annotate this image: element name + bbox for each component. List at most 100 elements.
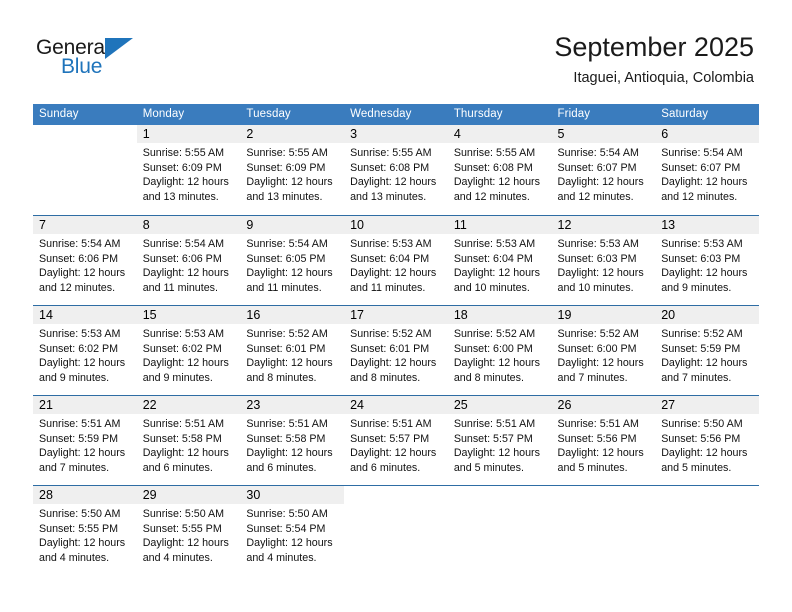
day-detail-line: Sunrise: 5:51 AM: [39, 418, 121, 430]
weekday-header-friday: Friday: [557, 108, 591, 120]
day-details: Sunrise: 5:55 AM Sunset: 6:09 PM Daylight:…: [240, 143, 344, 204]
day-number: 15: [142, 308, 157, 322]
day-detail-line: Sunrise: 5:51 AM: [350, 418, 432, 430]
calendar-empty-cell: [344, 486, 448, 575]
calendar-day-cell[interactable]: 26 Sunrise: 5:51 AM Sunset: 5:56 PM Dayligh…: [551, 396, 656, 485]
day-number: 28: [39, 488, 53, 502]
calendar-day-cell[interactable]: 3 Sunrise: 5:55 AM Sunset: 6:08 PM Daylight…: [344, 125, 448, 215]
day-detail-line: Sunset: 6:00 PM: [557, 342, 637, 355]
day-detail-line: and 4 minutes.: [246, 551, 317, 564]
calendar-day-cell[interactable]: 5 Sunrise: 5:54 AM Sunset: 6:07 PM Daylight…: [551, 125, 656, 215]
calendar-day-cell[interactable]: 9 Sunrise: 5:54 AM Sunset: 6:05 PM Daylight…: [240, 216, 345, 305]
day-number-band: 21: [33, 396, 137, 414]
day-detail-line: and 9 minutes.: [142, 371, 213, 384]
calendar-day-cell[interactable]: 18 Sunrise: 5:52 AM Sunset: 6:00 PM Dayligh…: [447, 306, 552, 395]
calendar-day-cell[interactable]: 10 Sunrise: 5:53 AM Sunset: 6:04 PM Dayligh…: [344, 216, 448, 305]
day-details: Sunrise: 5:50 AM Sunset: 5:54 PM Daylight:…: [240, 504, 344, 565]
day-detail-line: Sunset: 6:02 PM: [142, 342, 222, 355]
calendar-day-cell[interactable]: 12 Sunrise: 5:53 AM Sunset: 6:03 PM Dayligh…: [551, 216, 656, 305]
calendar-day-cell[interactable]: 27 Sunrise: 5:50 AM Sunset: 5:56 PM Dayligh…: [655, 396, 759, 485]
day-details: Sunrise: 5:53 AM Sunset: 6:03 PM Daylight:…: [552, 234, 656, 295]
calendar-day-cell[interactable]: 1 Sunrise: 5:55 AM Sunset: 6:09 PM Daylight…: [136, 125, 241, 215]
calendar-day-cell[interactable]: 16 Sunrise: 5:52 AM Sunset: 6:01 PM Dayligh…: [240, 306, 345, 395]
day-detail-line: Sunrise: 5:51 AM: [453, 418, 536, 430]
day-detail-line: Daylight: 12 hours: [661, 357, 748, 370]
calendar-day-cell[interactable]: 4 Sunrise: 5:55 AM Sunset: 6:08 PM Daylight…: [447, 125, 552, 215]
day-detail-line: and 13 minutes.: [350, 190, 427, 203]
day-number-band: 5: [551, 125, 656, 143]
day-number-band: [33, 125, 137, 143]
calendar-day-cell[interactable]: 17 Sunrise: 5:52 AM Sunset: 6:01 PM Dayligh…: [344, 306, 448, 395]
calendar-day-cell[interactable]: 15 Sunrise: 5:53 AM Sunset: 6:02 PM Dayligh…: [136, 306, 241, 395]
day-detail-line: Sunset: 5:54 PM: [246, 522, 326, 535]
day-detail-line: Sunset: 6:06 PM: [39, 252, 119, 265]
day-detail-line: Daylight: 12 hours: [246, 537, 333, 550]
day-number-band: 10: [344, 216, 448, 234]
day-detail-line: Sunrise: 5:51 AM: [557, 418, 639, 430]
day-detail-line: and 10 minutes.: [557, 281, 634, 294]
day-detail-line: Daylight: 12 hours: [246, 357, 333, 370]
calendar-day-cell[interactable]: 20 Sunrise: 5:52 AM Sunset: 5:59 PM Dayligh…: [655, 306, 759, 395]
day-number: 27: [661, 398, 676, 412]
day-number: 18: [453, 308, 468, 322]
day-number: 24: [350, 398, 365, 412]
calendar-day-cell[interactable]: 2 Sunrise: 5:55 AM Sunset: 6:09 PM Daylight…: [240, 125, 345, 215]
calendar-empty-cell: [33, 125, 137, 215]
calendar-day-cell[interactable]: 22 Sunrise: 5:51 AM Sunset: 5:58 PM Dayligh…: [136, 396, 241, 485]
day-detail-line: Sunrise: 5:52 AM: [557, 328, 639, 340]
calendar-day-cell[interactable]: 7 Sunrise: 5:54 AM Sunset: 6:06 PM Daylight…: [33, 216, 137, 305]
day-detail-line: Sunrise: 5:55 AM: [246, 147, 328, 159]
calendar-day-cell[interactable]: 28 Sunrise: 5:50 AM Sunset: 5:55 PM Dayligh…: [33, 486, 137, 575]
day-detail-line: Sunset: 6:08 PM: [453, 161, 533, 174]
day-number-band: 19: [551, 306, 656, 324]
day-number: 16: [246, 308, 261, 322]
day-detail-line: Sunset: 5:57 PM: [350, 432, 430, 445]
day-number-band: 13: [655, 216, 759, 234]
day-detail-line: Daylight: 12 hours: [453, 267, 540, 280]
calendar-day-cell[interactable]: 25 Sunrise: 5:51 AM Sunset: 5:57 PM Dayligh…: [447, 396, 552, 485]
day-detail-line: Sunset: 6:07 PM: [661, 161, 741, 174]
day-detail-line: Sunrise: 5:52 AM: [661, 328, 743, 340]
day-detail-line: and 8 minutes.: [246, 371, 317, 384]
weekday-header-sunday: Sunday: [39, 108, 79, 120]
day-number-band: 6: [655, 125, 759, 143]
day-details: [448, 504, 552, 507]
day-details: Sunrise: 5:52 AM Sunset: 6:00 PM Daylight:…: [552, 324, 656, 385]
calendar-day-cell[interactable]: 8 Sunrise: 5:54 AM Sunset: 6:06 PM Daylight…: [136, 216, 241, 305]
day-detail-line: and 5 minutes.: [557, 461, 628, 474]
day-number: 29: [142, 488, 157, 502]
day-detail-line: and 11 minutes.: [246, 281, 322, 294]
calendar-day-cell[interactable]: 19 Sunrise: 5:52 AM Sunset: 6:00 PM Dayligh…: [551, 306, 656, 395]
day-detail-line: Daylight: 12 hours: [39, 357, 126, 370]
calendar-day-cell[interactable]: 14 Sunrise: 5:53 AM Sunset: 6:02 PM Dayligh…: [33, 306, 137, 395]
calendar-day-cell[interactable]: 24 Sunrise: 5:51 AM Sunset: 5:57 PM Dayligh…: [344, 396, 448, 485]
day-detail-line: and 5 minutes.: [453, 461, 524, 474]
day-detail-line: Sunrise: 5:53 AM: [661, 238, 743, 250]
calendar-day-cell[interactable]: 11 Sunrise: 5:53 AM Sunset: 6:04 PM Dayligh…: [447, 216, 552, 305]
day-details: Sunrise: 5:51 AM Sunset: 5:59 PM Daylight:…: [33, 414, 137, 475]
day-details: Sunrise: 5:51 AM Sunset: 5:57 PM Daylight:…: [344, 414, 448, 475]
day-detail-line: and 6 minutes.: [246, 461, 317, 474]
calendar-day-cell[interactable]: 13 Sunrise: 5:53 AM Sunset: 6:03 PM Dayligh…: [655, 216, 759, 305]
day-details: [33, 143, 137, 146]
day-detail-line: Daylight: 12 hours: [350, 267, 437, 280]
calendar-day-cell[interactable]: 23 Sunrise: 5:51 AM Sunset: 5:58 PM Dayligh…: [240, 396, 345, 485]
general-blue-logo: General Blue: [36, 36, 166, 82]
day-details: Sunrise: 5:54 AM Sunset: 6:07 PM Daylight:…: [552, 143, 656, 204]
calendar-page: General Blue September 2025 Itaguei, Ant…: [0, 0, 792, 612]
day-detail-line: Sunrise: 5:52 AM: [453, 328, 536, 340]
calendar-day-cell[interactable]: 6 Sunrise: 5:54 AM Sunset: 6:07 PM Daylight…: [655, 125, 759, 215]
day-detail-line: Sunrise: 5:51 AM: [142, 418, 225, 430]
calendar-day-cell[interactable]: 21 Sunrise: 5:51 AM Sunset: 5:59 PM Dayligh…: [33, 396, 137, 485]
calendar-day-cell[interactable]: 30 Sunrise: 5:50 AM Sunset: 5:54 PM Dayligh…: [240, 486, 345, 575]
weekday-header-thursday: Thursday: [453, 108, 503, 120]
day-details: Sunrise: 5:54 AM Sunset: 6:07 PM Daylight:…: [655, 143, 759, 204]
calendar-day-cell[interactable]: 29 Sunrise: 5:50 AM Sunset: 5:55 PM Dayligh…: [136, 486, 241, 575]
day-detail-line: and 8 minutes.: [350, 371, 421, 384]
day-detail-line: Sunset: 6:06 PM: [142, 252, 222, 265]
day-detail-line: and 4 minutes.: [39, 551, 110, 564]
day-number-band: 30: [240, 486, 345, 504]
day-details: Sunrise: 5:50 AM Sunset: 5:56 PM Daylight:…: [655, 414, 759, 475]
day-detail-line: and 13 minutes.: [246, 190, 323, 203]
logo-text-blue: Blue: [61, 55, 103, 78]
